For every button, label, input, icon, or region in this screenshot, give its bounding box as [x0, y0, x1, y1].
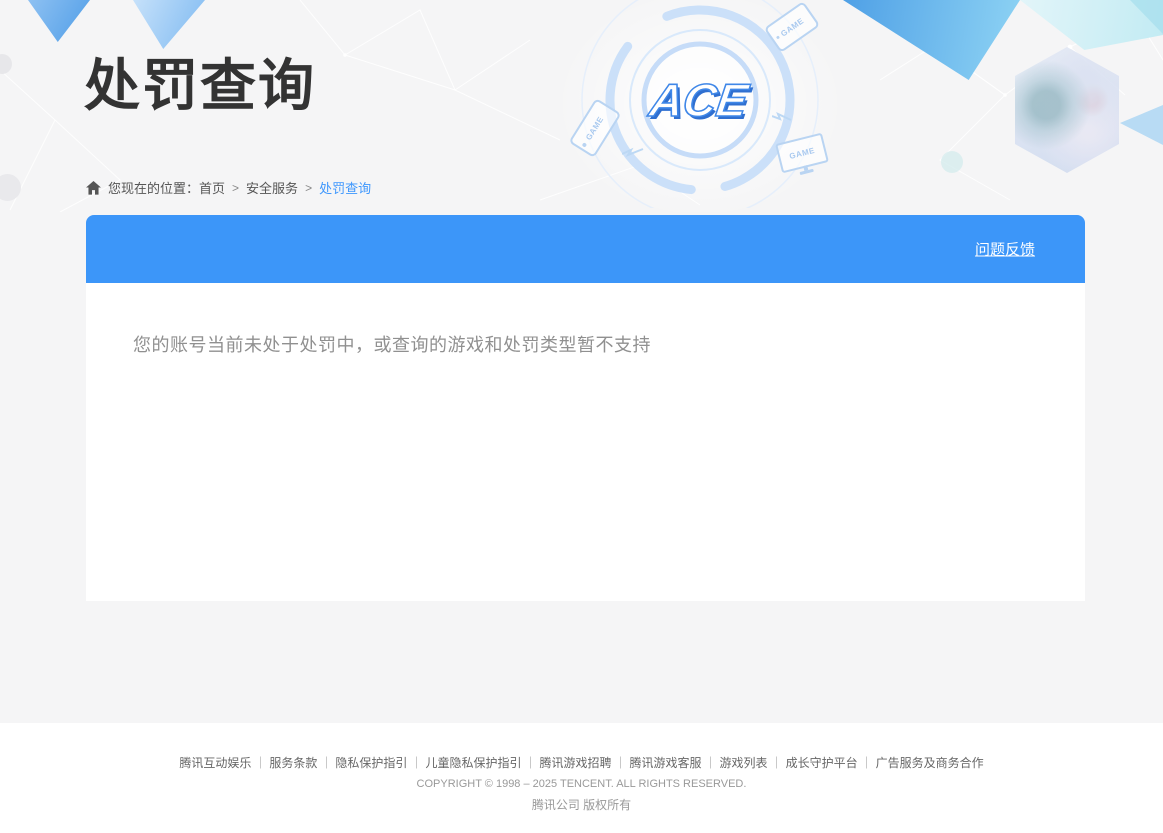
decorative-triangle [843, 0, 1020, 80]
breadcrumb: 您现在的位置： 首页 > 安全服务 > 处罚查询 [86, 178, 371, 197]
footer-links: 腾讯互动娱乐服务条款隐私保护指引儿童隐私保护指引腾讯游戏招聘腾讯游戏客服游戏列表… [0, 723, 1163, 771]
main-content: 问题反馈 您的账号当前未处于处罚中，或查询的游戏和处罚类型暂不支持 [86, 215, 1085, 601]
footer-link[interactable]: 腾讯游戏招聘 [521, 756, 611, 770]
feedback-link[interactable]: 问题反馈 [975, 239, 1035, 260]
decorative-dot [941, 151, 963, 173]
footer-link[interactable]: 游戏列表 [702, 756, 768, 770]
page-header: ACE ACE GAME GAME GAME 处罚查询 您现在的位置： 首页 >… [0, 0, 1163, 212]
footer-link[interactable]: 儿童隐私保护指引 [407, 756, 521, 770]
decorative-dot [0, 174, 21, 201]
footer-link[interactable]: 成长守护平台 [768, 756, 858, 770]
decorative-dot [0, 54, 12, 74]
footer-link[interactable]: 广告服务及商务合作 [858, 756, 984, 770]
result-message: 您的账号当前未处于处罚中，或查询的游戏和处罚类型暂不支持 [86, 283, 1085, 357]
query-banner: 问题反馈 [86, 215, 1085, 283]
breadcrumb-label: 您现在的位置： [108, 178, 199, 197]
decorative-triangle [1120, 105, 1163, 145]
footer-link[interactable]: 腾讯互动娱乐 [179, 756, 251, 770]
lightning-icon [772, 112, 792, 123]
ace-logo-text: ACE [646, 74, 753, 126]
breadcrumb-item-home[interactable]: 首页 [199, 178, 225, 197]
copyright-text: COPYRIGHT © 1998 – 2025 TENCENT. ALL RIG… [0, 778, 1163, 790]
breadcrumb-separator: > [232, 181, 239, 195]
breadcrumb-item-penalty-query[interactable]: 处罚查询 [319, 178, 371, 197]
page-footer: 腾讯互动娱乐服务条款隐私保护指引儿童隐私保护指引腾讯游戏招聘腾讯游戏客服游戏列表… [0, 723, 1163, 833]
footer-link[interactable]: 服务条款 [251, 756, 317, 770]
page-title: 处罚查询 [84, 52, 316, 119]
company-text: 腾讯公司 版权所有 [0, 796, 1163, 813]
decorative-triangle [28, 0, 90, 42]
breadcrumb-separator: > [305, 181, 312, 195]
footer-link[interactable]: 腾讯游戏客服 [612, 756, 702, 770]
result-card: 您的账号当前未处于处罚中，或查询的游戏和处罚类型暂不支持 [86, 283, 1085, 601]
decorative-triangle [133, 0, 205, 49]
home-icon [86, 181, 101, 195]
breadcrumb-item-security-services[interactable]: 安全服务 [246, 178, 298, 197]
lightning-icon [622, 146, 644, 158]
footer-link[interactable]: 隐私保护指引 [317, 756, 407, 770]
character-art-hexagon [1015, 47, 1119, 173]
